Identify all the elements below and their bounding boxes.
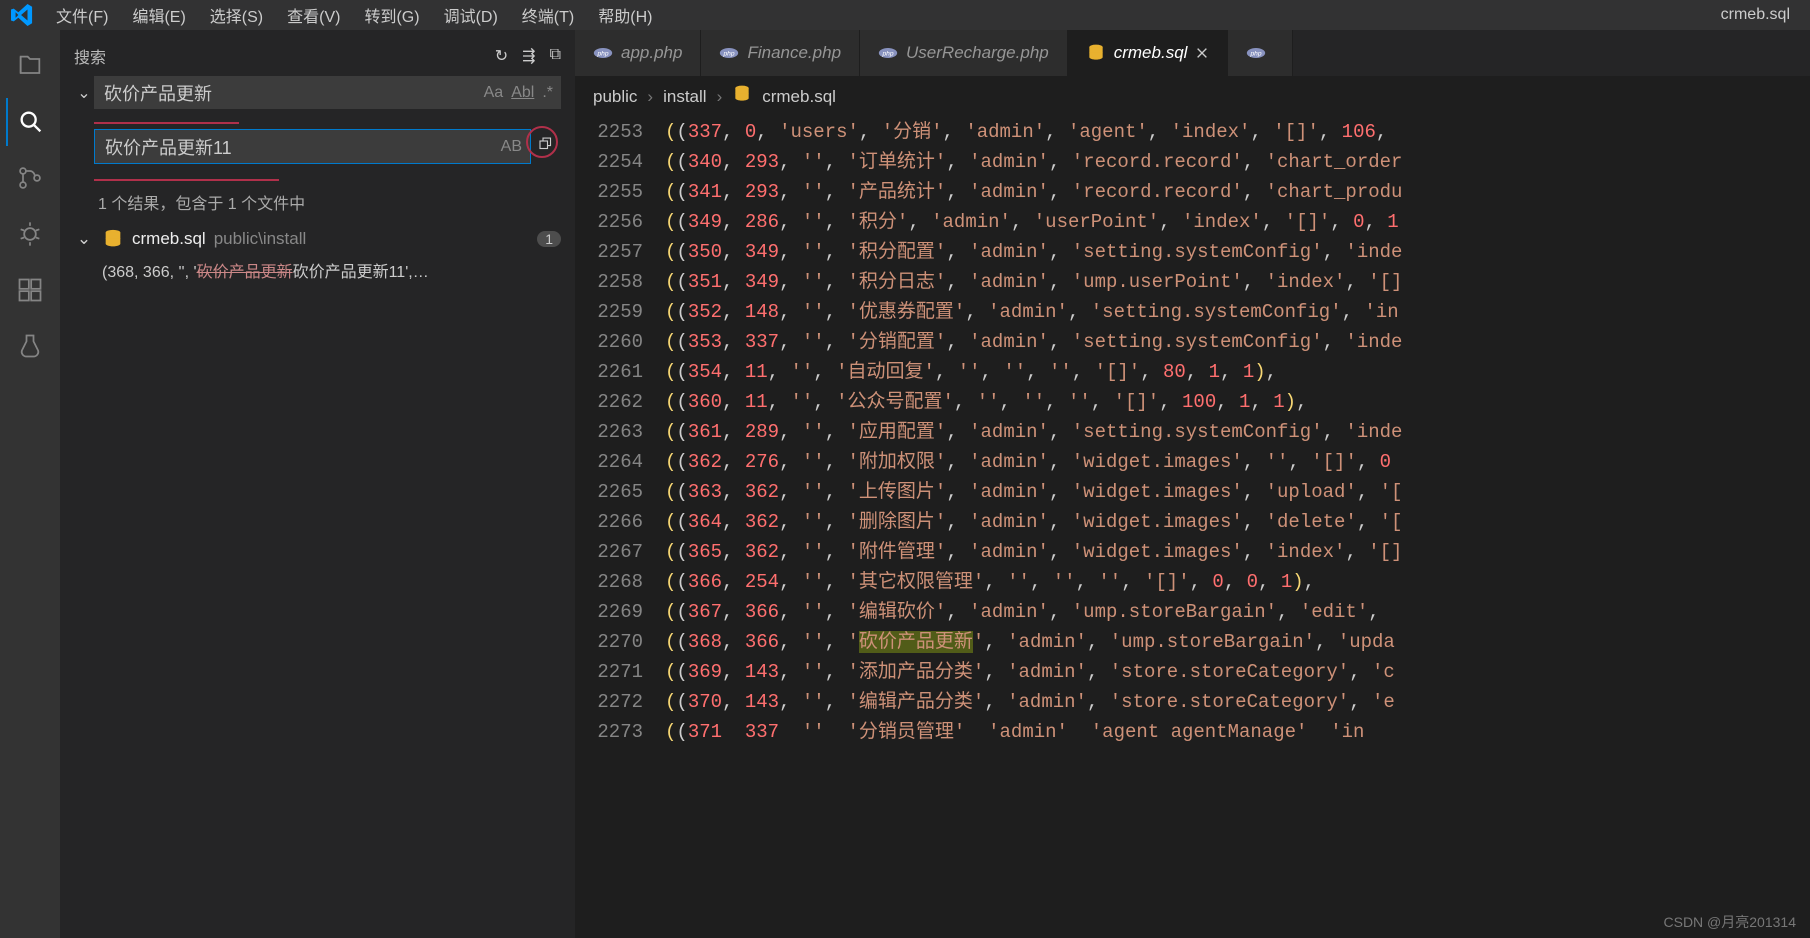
search-icon[interactable]: [6, 98, 54, 146]
tab[interactable]: phpFinance.php: [701, 30, 860, 76]
chevron-down-icon: ⌄: [74, 229, 94, 249]
menu-item[interactable]: 文件(F): [44, 9, 120, 26]
menu-item[interactable]: 选择(S): [198, 9, 275, 26]
menu-item[interactable]: 查看(V): [275, 9, 352, 26]
menu-item[interactable]: 转到(G): [352, 9, 431, 26]
clear-icon[interactable]: ⇶: [522, 46, 535, 66]
result-count-label: 1 个结果，包含于 1 个文件中: [60, 186, 575, 224]
result-file-path: public\install: [214, 229, 307, 249]
search-input[interactable]: [94, 76, 476, 109]
activity-bar: [0, 30, 60, 938]
tab[interactable]: php: [1228, 30, 1293, 76]
search-panel: 搜索 ↻ ⇶ ⧉ ⌄ Aa Abl .* AB: [60, 30, 575, 938]
vscode-logo-icon: [8, 1, 36, 29]
debug-icon[interactable]: [6, 210, 54, 258]
close-icon[interactable]: [1195, 46, 1209, 60]
breadcrumb-segment[interactable]: public: [593, 87, 637, 107]
breadcrumb-segment[interactable]: install: [663, 87, 706, 107]
toggle-replace-chevron-icon[interactable]: ⌄: [74, 83, 94, 103]
scm-icon[interactable]: [6, 154, 54, 202]
svg-text:php: php: [1250, 51, 1262, 58]
menu-item[interactable]: 终端(T): [510, 9, 586, 26]
replace-input[interactable]: [95, 130, 493, 163]
result-file-name: crmeb.sql: [132, 229, 206, 249]
match-case-icon[interactable]: Aa: [484, 84, 504, 102]
new-editor-icon[interactable]: ⧉: [550, 46, 561, 66]
result-match-line[interactable]: (368, 366, '', '砍价产品更新砍价产品更新11',…: [60, 254, 575, 286]
editor-area: phpapp.phpphpFinance.phpphpUserRecharge.…: [575, 30, 1810, 938]
tab-bar: phpapp.phpphpFinance.phpphpUserRecharge.…: [575, 30, 1810, 76]
refresh-icon[interactable]: ↻: [495, 46, 508, 66]
breadcrumb[interactable]: public›install›crmeb.sql: [575, 76, 1810, 117]
code-editor[interactable]: 2253((337, 0, 'users', '分销', 'admin', 'a…: [575, 117, 1810, 938]
result-file-row[interactable]: ⌄ crmeb.sql public\install 1: [60, 224, 575, 254]
svg-text:php: php: [723, 51, 735, 58]
match-word-icon[interactable]: Abl: [511, 84, 534, 102]
tab[interactable]: crmeb.sql: [1068, 30, 1229, 76]
tab[interactable]: phpapp.php: [575, 30, 701, 76]
testing-icon[interactable]: [6, 322, 54, 370]
result-count-badge: 1: [537, 231, 561, 247]
panel-title: 搜索: [74, 44, 495, 68]
svg-text:php: php: [881, 51, 893, 58]
explorer-icon[interactable]: [6, 42, 54, 90]
menu-item[interactable]: 调试(D): [432, 9, 510, 26]
tab[interactable]: phpUserRecharge.php: [860, 30, 1068, 76]
match-old-text: 砍价产品更新: [197, 264, 293, 281]
menu-item[interactable]: 帮助(H): [586, 9, 664, 26]
database-icon: [102, 228, 124, 250]
database-icon: [732, 84, 752, 109]
preserve-case-icon[interactable]: AB: [501, 138, 522, 156]
svg-text:php: php: [596, 51, 608, 58]
regex-icon[interactable]: .*: [542, 84, 553, 102]
title-filename: crmeb.sql: [1721, 6, 1802, 24]
menubar: 文件(F)编辑(E)选择(S)查看(V)转到(G)调试(D)终端(T)帮助(H)…: [0, 0, 1810, 30]
watermark: CSDN @月亮201314: [1664, 912, 1797, 932]
menu-item[interactable]: 编辑(E): [120, 9, 197, 26]
extensions-icon[interactable]: [6, 266, 54, 314]
breadcrumb-segment[interactable]: crmeb.sql: [762, 87, 836, 107]
replace-all-icon[interactable]: [531, 131, 561, 162]
match-new-text: 砍价产品更新11: [293, 264, 406, 281]
